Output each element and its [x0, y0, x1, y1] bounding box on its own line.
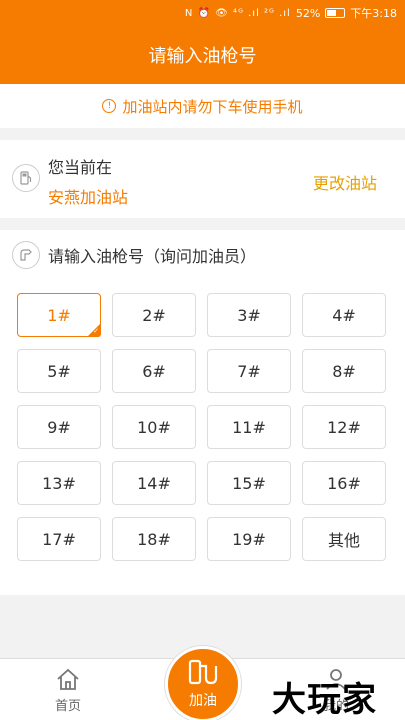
battery-icon [325, 8, 346, 18]
nozzle-button-label: 7# [237, 361, 261, 381]
nozzle-section-header: 请输入油枪号（询问加油员） [12, 240, 256, 270]
nozzle-button-11[interactable]: 11# [207, 405, 291, 449]
nozzle-button-label: 2# [142, 305, 166, 325]
nozzle-button-label: 8# [332, 361, 356, 381]
nozzle-button-label: 14# [137, 473, 171, 493]
nozzle-button-label: 15# [232, 473, 266, 493]
station-name: 安燕加油站 [48, 188, 129, 207]
nozzle-button-label: 3# [237, 305, 261, 325]
nozzle-button-3[interactable]: 3# [207, 293, 291, 337]
nozzle-button-13[interactable]: 13# [17, 461, 101, 505]
nozzle-button-other[interactable]: 其他 [302, 517, 386, 561]
status-icons: N ⏰ 👁 ⁴ᴳ .ıl ²ᴳ .ıl [184, 7, 291, 19]
nozzle-button-label: 6# [142, 361, 166, 381]
watermark: 大玩家 [272, 680, 377, 720]
gas-station-icon [12, 164, 40, 192]
nozzle-button-label: 17# [42, 529, 76, 549]
gas-pump-glyph [20, 171, 32, 185]
battery-level: 52% [295, 6, 321, 20]
station-label: 您当前在 [48, 158, 113, 177]
nozzle-button-16[interactable]: 16# [302, 461, 386, 505]
nozzle-button-label: 19# [232, 529, 266, 549]
clock-time: 下午3:18 [350, 7, 397, 20]
nozzle-button-label: 18# [137, 529, 171, 549]
change-station-button[interactable]: 更改油站 [313, 170, 377, 194]
fuel-pump-icon [188, 659, 218, 685]
nozzle-button-19[interactable]: 19# [207, 517, 291, 561]
nozzle-button-label: 11# [232, 417, 266, 437]
nozzle-button-5[interactable]: 5# [17, 349, 101, 393]
nozzle-glyph [20, 249, 32, 261]
nozzle-button-10[interactable]: 10# [112, 405, 196, 449]
nozzle-button-label: 12# [327, 417, 361, 437]
status-bar: N ⏰ 👁 ⁴ᴳ .ıl ²ᴳ .ıl 52% 下午3:18 [0, 0, 405, 26]
nozzle-button-2[interactable]: 2# [112, 293, 196, 337]
safety-notice: ! 加油站内请勿下车使用手机 [0, 84, 405, 128]
home-icon [57, 668, 79, 690]
tab-home-label: 首页 [54, 699, 81, 714]
nozzle-button-label: 13# [42, 473, 76, 493]
nozzle-button-label: 9# [47, 417, 71, 437]
nozzle-button-label: 1# [47, 305, 71, 325]
nozzle-button-17[interactable]: 17# [17, 517, 101, 561]
warning-icon: ! [102, 99, 117, 113]
nozzle-button-18[interactable]: 18# [112, 517, 196, 561]
nozzle-section-title: 请输入油枪号（询问加油员） [48, 247, 257, 266]
nozzle-button-15[interactable]: 15# [207, 461, 291, 505]
nozzle-button-label: 4# [332, 305, 356, 325]
tab-home[interactable]: 首页 [38, 665, 98, 714]
nozzle-button-1[interactable]: 1# ✓ [17, 293, 101, 337]
nozzle-button-label: 5# [47, 361, 71, 381]
nozzle-button-9[interactable]: 9# [17, 405, 101, 449]
page-header: 请输入油枪号 [0, 26, 405, 84]
tab-fuel-label: 加油 [189, 693, 217, 709]
nozzle-button-12[interactable]: 12# [302, 405, 386, 449]
current-station-card: 您当前在 安燕加油站 更改油站 [0, 140, 405, 218]
tab-fuel[interactable]: 加油 [165, 646, 241, 720]
page-title: 请输入油枪号 [148, 46, 257, 67]
nozzle-button-label: 其他 [327, 531, 360, 550]
nozzle-button-label: 16# [327, 473, 361, 493]
nozzle-button-8[interactable]: 8# [302, 349, 386, 393]
nozzle-button-label: 10# [137, 417, 171, 437]
nozzle-grid: 1# ✓ 2# 3# 4# 5# 6# 7# 8# 9# 10# 11# 12#… [17, 293, 386, 561]
safety-notice-text: 加油站内请勿下车使用手机 [122, 97, 303, 116]
fuel-nozzle-icon [12, 241, 40, 269]
nozzle-button-7[interactable]: 7# [207, 349, 291, 393]
nozzle-selection-section: 请输入油枪号（询问加油员） 1# ✓ 2# 3# 4# 5# 6# 7# 8# … [0, 230, 405, 595]
checkmark-icon: ✓ [93, 327, 99, 335]
nozzle-button-4[interactable]: 4# [302, 293, 386, 337]
nozzle-button-14[interactable]: 14# [112, 461, 196, 505]
nozzle-button-6[interactable]: 6# [112, 349, 196, 393]
